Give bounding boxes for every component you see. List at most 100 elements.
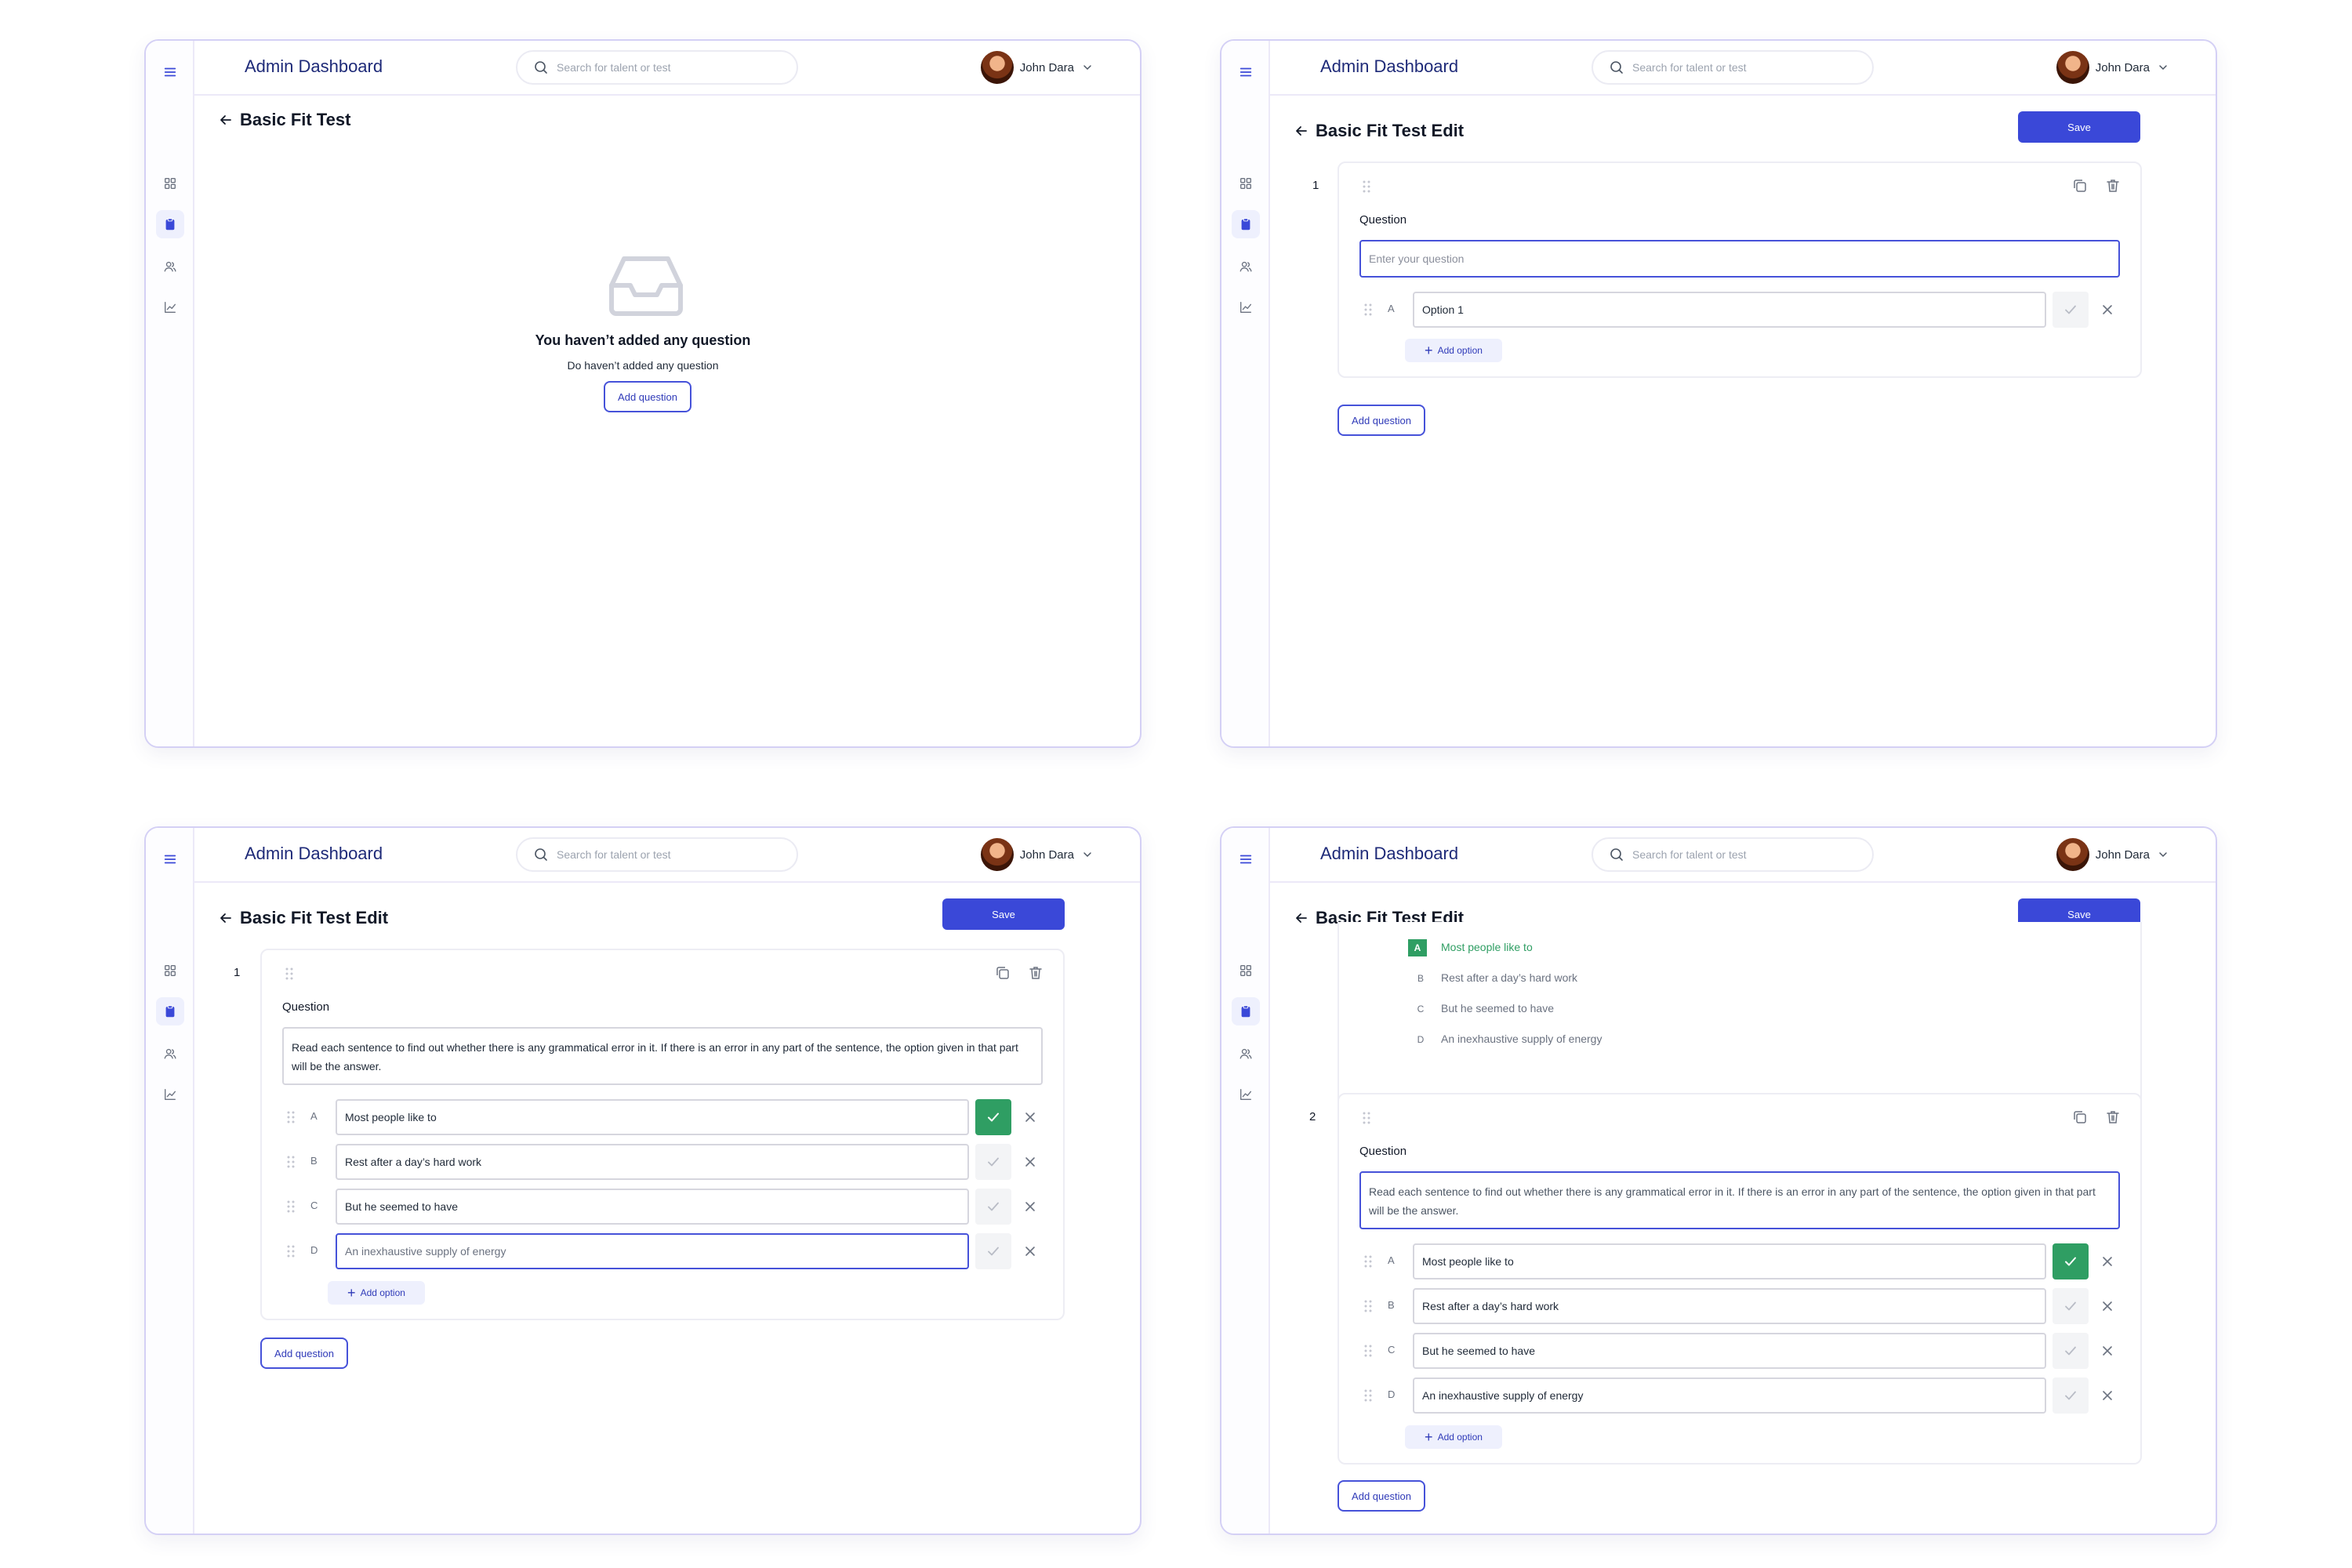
- search-input[interactable]: Search for talent or test: [516, 837, 798, 872]
- question-input[interactable]: Read each sentence to find out whether t…: [1359, 1171, 2120, 1229]
- duplicate-icon[interactable]: [994, 964, 1011, 982]
- drag-handle-icon[interactable]: [1361, 179, 1372, 194]
- close-icon[interactable]: [1022, 1243, 1038, 1259]
- back-arrow-icon[interactable]: [218, 112, 234, 128]
- question-label: Question: [282, 1000, 330, 1014]
- duplicate-icon[interactable]: [2071, 177, 2089, 194]
- user-menu[interactable]: John Dara: [980, 50, 1093, 85]
- option-input[interactable]: An inexhaustive supply of energy: [336, 1233, 969, 1269]
- close-icon[interactable]: [2100, 302, 2115, 318]
- option-letter: A: [310, 1110, 318, 1122]
- user-menu[interactable]: John Dara: [2056, 50, 2169, 85]
- back-arrow-icon[interactable]: [1294, 910, 1309, 926]
- search-input[interactable]: Search for talent or test: [1592, 837, 1874, 872]
- back-arrow-icon[interactable]: [218, 910, 234, 926]
- trash-icon[interactable]: [2104, 1109, 2122, 1126]
- add-option-button[interactable]: + Add option: [1405, 1425, 1502, 1449]
- drag-handle-icon[interactable]: [285, 1199, 296, 1214]
- drag-handle-icon[interactable]: [1363, 302, 1374, 318]
- close-icon[interactable]: [1022, 1199, 1038, 1214]
- add-question-button[interactable]: Add question: [1338, 1480, 1425, 1512]
- add-option-button[interactable]: + Add option: [328, 1281, 425, 1305]
- users-icon[interactable]: [156, 252, 184, 281]
- add-question-button[interactable]: Add question: [260, 1338, 348, 1369]
- user-menu[interactable]: John Dara: [2056, 837, 2169, 872]
- mark-correct-button[interactable]: [975, 1144, 1011, 1180]
- option-input[interactable]: Option 1: [1413, 292, 2046, 328]
- drag-handle-icon[interactable]: [285, 1243, 296, 1259]
- option-row: D An inexhaustive supply of energy: [282, 1233, 1043, 1269]
- drag-handle-icon[interactable]: [1363, 1298, 1374, 1314]
- option-input[interactable]: An inexhaustive supply of energy: [1413, 1377, 2046, 1414]
- close-icon[interactable]: [2100, 1388, 2115, 1403]
- menu-icon[interactable]: [1232, 58, 1260, 86]
- grid-icon[interactable]: [1232, 956, 1260, 985]
- close-icon[interactable]: [2100, 1298, 2115, 1314]
- trash-icon[interactable]: [2104, 177, 2122, 194]
- drag-handle-icon[interactable]: [285, 1154, 296, 1170]
- search-input[interactable]: Search for talent or test: [516, 50, 798, 85]
- mark-correct-button[interactable]: [2053, 1333, 2089, 1369]
- option-row: A Most people like to: [1359, 1243, 2120, 1279]
- user-menu[interactable]: John Dara: [980, 837, 1093, 872]
- close-icon[interactable]: [1022, 1154, 1038, 1170]
- clipboard-icon[interactable]: [1232, 210, 1260, 238]
- back-arrow-icon[interactable]: [1294, 123, 1309, 139]
- add-question-button[interactable]: Add question: [604, 381, 691, 412]
- close-icon[interactable]: [2100, 1343, 2115, 1359]
- chevron-down-icon: [1082, 62, 1093, 73]
- clipboard-icon[interactable]: [156, 210, 184, 238]
- option-input[interactable]: Rest after a day’s hard work: [336, 1144, 969, 1180]
- mark-correct-button[interactable]: [2053, 1288, 2089, 1324]
- mark-correct-button[interactable]: [975, 1189, 1011, 1225]
- search-input[interactable]: Search for talent or test: [1592, 50, 1874, 85]
- user-name: John Dara: [2095, 60, 2150, 74]
- menu-icon[interactable]: [1232, 845, 1260, 873]
- close-icon[interactable]: [1022, 1109, 1038, 1125]
- question-card: Question Read each sentence to find out …: [260, 949, 1065, 1320]
- mark-correct-button[interactable]: [975, 1099, 1011, 1135]
- clipboard-icon[interactable]: [156, 997, 184, 1025]
- mark-correct-button[interactable]: [2053, 1377, 2089, 1414]
- drag-handle-icon[interactable]: [1363, 1343, 1374, 1359]
- grid-icon[interactable]: [156, 956, 184, 985]
- chart-line-icon[interactable]: [156, 1080, 184, 1109]
- duplicate-icon[interactable]: [2071, 1109, 2089, 1126]
- drag-handle-icon[interactable]: [1361, 1110, 1372, 1126]
- question-input[interactable]: Enter your question: [1359, 240, 2120, 278]
- save-button[interactable]: Save: [942, 898, 1065, 930]
- option-input[interactable]: Rest after a day’s hard work: [1413, 1288, 2046, 1324]
- drag-handle-icon[interactable]: [284, 966, 295, 982]
- clipboard-icon[interactable]: [1232, 997, 1260, 1025]
- chart-line-icon[interactable]: [1232, 1080, 1260, 1109]
- drag-handle-icon[interactable]: [1363, 1388, 1374, 1403]
- add-question-button[interactable]: Add question: [1338, 405, 1425, 436]
- close-icon[interactable]: [2100, 1254, 2115, 1269]
- save-button[interactable]: Save: [2018, 111, 2140, 143]
- users-icon[interactable]: [1232, 1040, 1260, 1068]
- users-icon[interactable]: [1232, 252, 1260, 281]
- menu-icon[interactable]: [156, 58, 184, 86]
- mark-correct-button[interactable]: [2053, 1243, 2089, 1279]
- drag-handle-icon[interactable]: [1363, 1254, 1374, 1269]
- option-input[interactable]: But he seemed to have: [1413, 1333, 2046, 1369]
- drag-handle-icon[interactable]: [285, 1109, 296, 1125]
- screen-edit-filled-question: Admin Dashboard Search for talent or tes…: [144, 826, 1142, 1535]
- mark-correct-button[interactable]: [2053, 292, 2089, 328]
- question-input[interactable]: Read each sentence to find out whether t…: [282, 1027, 1043, 1085]
- grid-icon[interactable]: [1232, 169, 1260, 198]
- mark-correct-button[interactable]: [975, 1233, 1011, 1269]
- option-letter: C: [310, 1200, 318, 1211]
- trash-icon[interactable]: [1027, 964, 1044, 982]
- option-input[interactable]: Most people like to: [1413, 1243, 2046, 1279]
- option-input[interactable]: But he seemed to have: [336, 1189, 969, 1225]
- chart-line-icon[interactable]: [156, 293, 184, 321]
- check-icon: [985, 1154, 1001, 1170]
- option-input[interactable]: Most people like to: [336, 1099, 969, 1135]
- user-name: John Dara: [2095, 848, 2150, 862]
- add-option-button[interactable]: + Add option: [1405, 339, 1502, 362]
- chart-line-icon[interactable]: [1232, 293, 1260, 321]
- menu-icon[interactable]: [156, 845, 184, 873]
- users-icon[interactable]: [156, 1040, 184, 1068]
- grid-icon[interactable]: [156, 169, 184, 198]
